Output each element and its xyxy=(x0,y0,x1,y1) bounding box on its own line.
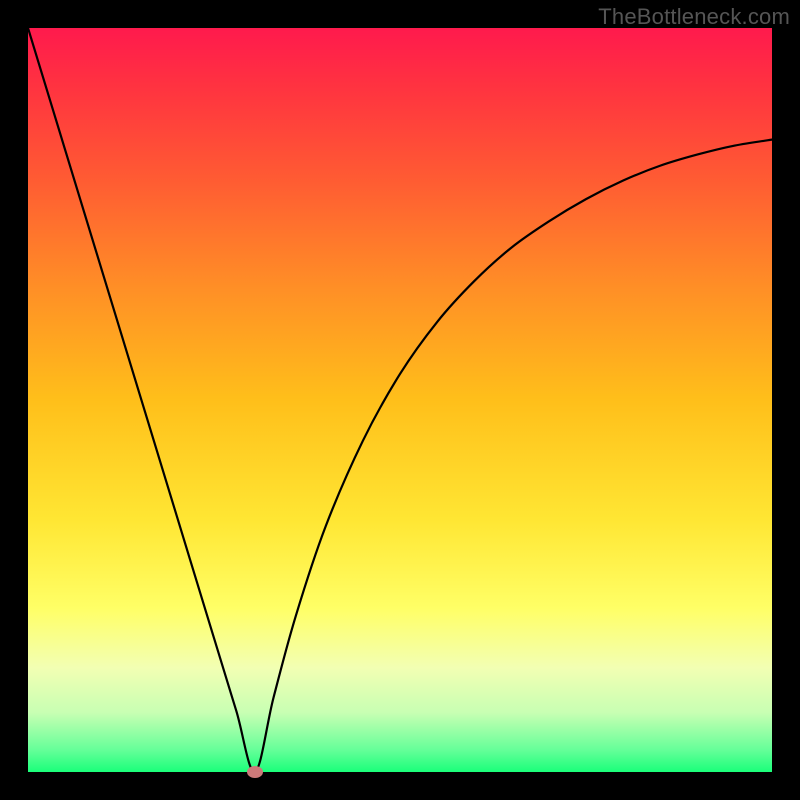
bottleneck-curve xyxy=(28,28,772,772)
optimum-marker xyxy=(247,766,263,778)
curve-path xyxy=(28,28,772,772)
watermark-text: TheBottleneck.com xyxy=(598,4,790,30)
chart-frame: TheBottleneck.com xyxy=(0,0,800,800)
plot-area xyxy=(28,28,772,772)
